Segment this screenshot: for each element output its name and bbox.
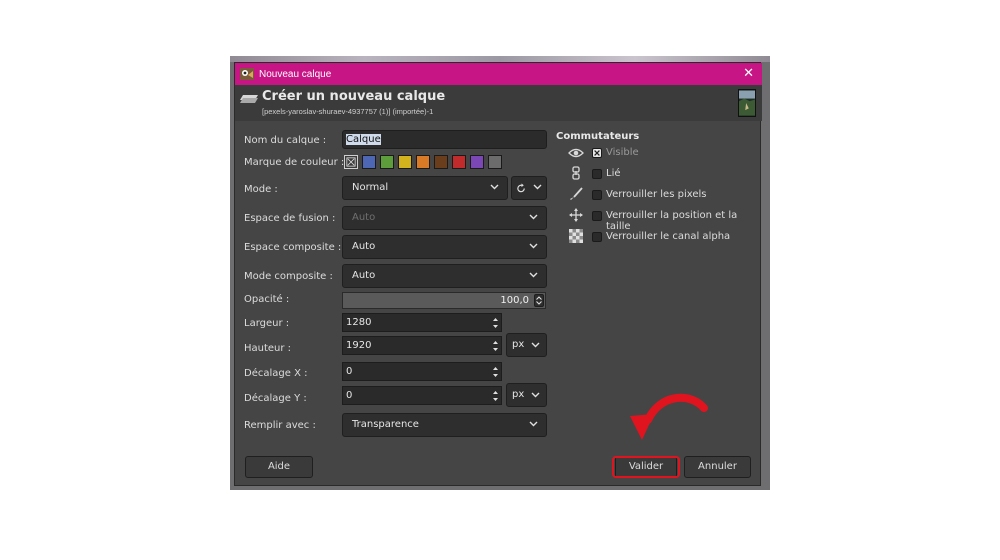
height-label: Hauteur : <box>244 343 292 354</box>
height-value: 1920 <box>346 340 372 351</box>
visible-checkbox[interactable] <box>592 148 602 158</box>
color-tag-none[interactable] <box>344 155 358 169</box>
checkerboard-icon <box>569 229 583 243</box>
opacity-label: Opacité : <box>244 294 290 305</box>
lock-pixels-checkbox[interactable] <box>592 190 602 200</box>
color-tag-blue[interactable] <box>362 155 376 169</box>
chevron-down-icon <box>533 184 542 190</box>
dialog-heading: Créer un nouveau calque <box>262 89 446 104</box>
window-titlebar: Nouveau calque ✕ <box>235 63 762 85</box>
offset-y-input[interactable]: 0 <box>342 386 502 405</box>
color-tag-orange[interactable] <box>416 155 430 169</box>
chain-link-icon <box>572 166 580 180</box>
chevron-down-icon <box>529 272 538 278</box>
opacity-value: 100,0 <box>500 295 529 306</box>
composite-space-label: Espace composite : <box>244 242 342 253</box>
fill-value: Transparence <box>352 419 419 430</box>
composite-space-select[interactable]: Auto <box>342 235 547 259</box>
eye-icon <box>568 148 584 158</box>
chevron-down-icon <box>529 214 538 220</box>
help-button[interactable]: Aide <box>245 456 313 478</box>
close-icon[interactable]: ✕ <box>743 66 754 81</box>
gimp-wilber-icon <box>240 68 254 80</box>
fill-select[interactable]: Transparence <box>342 413 547 437</box>
size-unit-value: px <box>512 339 525 350</box>
opacity-stepper[interactable] <box>534 294 544 307</box>
fill-label: Remplir avec : <box>244 420 316 431</box>
linked-checkbox[interactable] <box>592 169 602 179</box>
chevron-down-icon <box>529 421 538 427</box>
mode-switch-button[interactable] <box>511 176 547 200</box>
composite-mode-select[interactable]: Auto <box>342 264 547 288</box>
offset-y-value: 0 <box>346 390 353 401</box>
lock-pixels-label: Verrouiller les pixels <box>606 189 707 200</box>
opacity-slider[interactable]: 100,0 <box>342 292 546 309</box>
color-tag-brown[interactable] <box>434 155 448 169</box>
lock-alpha-label: Verrouiller le canal alpha <box>606 231 731 242</box>
check-icon <box>594 150 600 156</box>
image-name: [pexels-yaroslav-shuraev-4937757 (1)] (i… <box>262 107 434 116</box>
layer-name-value: Calque <box>346 134 381 145</box>
blend-space-label: Espace de fusion : <box>244 213 336 224</box>
curved-arrow-icon <box>630 393 708 440</box>
dialog-header: Créer un nouveau calque [pexels-yaroslav… <box>235 85 762 121</box>
lock-alpha-checkbox[interactable] <box>592 232 602 242</box>
color-tag-violet[interactable] <box>470 155 484 169</box>
lock-position-label: Verrouiller la position et la taille <box>606 210 738 232</box>
image-thumbnail <box>738 89 756 117</box>
offset-unit-select[interactable]: px <box>506 383 547 407</box>
width-input[interactable]: 1280 <box>342 313 502 332</box>
offset-x-input[interactable]: 0 <box>342 362 502 381</box>
mode-label: Mode : <box>244 184 278 195</box>
composite-space-value: Auto <box>352 241 376 252</box>
spin-arrows-icon[interactable] <box>492 389 499 403</box>
width-value: 1280 <box>346 317 372 328</box>
spin-arrows-icon <box>536 296 542 305</box>
offset-x-label: Décalage X : <box>244 368 308 379</box>
switches-title: Commutateurs <box>556 131 640 142</box>
paintbrush-icon <box>570 187 583 200</box>
offset-y-label: Décalage Y : <box>244 393 307 404</box>
blend-space-select[interactable]: Auto <box>342 206 547 230</box>
blend-space-value: Auto <box>352 212 376 223</box>
linked-label: Lié <box>606 168 621 179</box>
offset-unit-value: px <box>512 389 525 400</box>
chevron-down-icon <box>529 243 538 249</box>
layer-name-input[interactable]: Calque <box>342 130 547 149</box>
composite-mode-label: Mode composite : <box>244 271 333 282</box>
offset-x-value: 0 <box>346 366 353 377</box>
width-label: Largeur : <box>244 318 290 329</box>
layer-name-label: Nom du calque : <box>244 135 327 146</box>
mode-select[interactable]: Normal <box>342 176 508 200</box>
chevron-down-icon <box>531 342 540 348</box>
color-tag-green[interactable] <box>380 155 394 169</box>
height-input[interactable]: 1920 <box>342 336 502 355</box>
no-color-icon <box>346 157 356 167</box>
lock-position-checkbox[interactable] <box>592 211 602 221</box>
composite-mode-value: Auto <box>352 270 376 281</box>
ok-button-highlight <box>612 456 680 478</box>
window-title: Nouveau calque <box>259 68 332 80</box>
visible-label: Visible <box>606 147 639 158</box>
color-tag-gray[interactable] <box>488 155 502 169</box>
move-arrows-icon <box>569 208 583 222</box>
color-tag-yellow[interactable] <box>398 155 412 169</box>
chevron-down-icon <box>531 392 540 398</box>
color-tag-label: Marque de couleur : <box>244 157 345 168</box>
spin-arrows-icon[interactable] <box>492 316 499 330</box>
new-layer-icon <box>240 95 258 103</box>
mode-value: Normal <box>352 182 389 193</box>
spin-arrows-icon[interactable] <box>492 339 499 353</box>
color-tag-red[interactable] <box>452 155 466 169</box>
chevron-down-icon <box>490 184 499 190</box>
size-unit-select[interactable]: px <box>506 333 547 357</box>
spin-arrows-icon[interactable] <box>492 365 499 379</box>
reset-mode-icon <box>517 183 525 193</box>
cancel-button[interactable]: Annuler <box>684 456 751 478</box>
